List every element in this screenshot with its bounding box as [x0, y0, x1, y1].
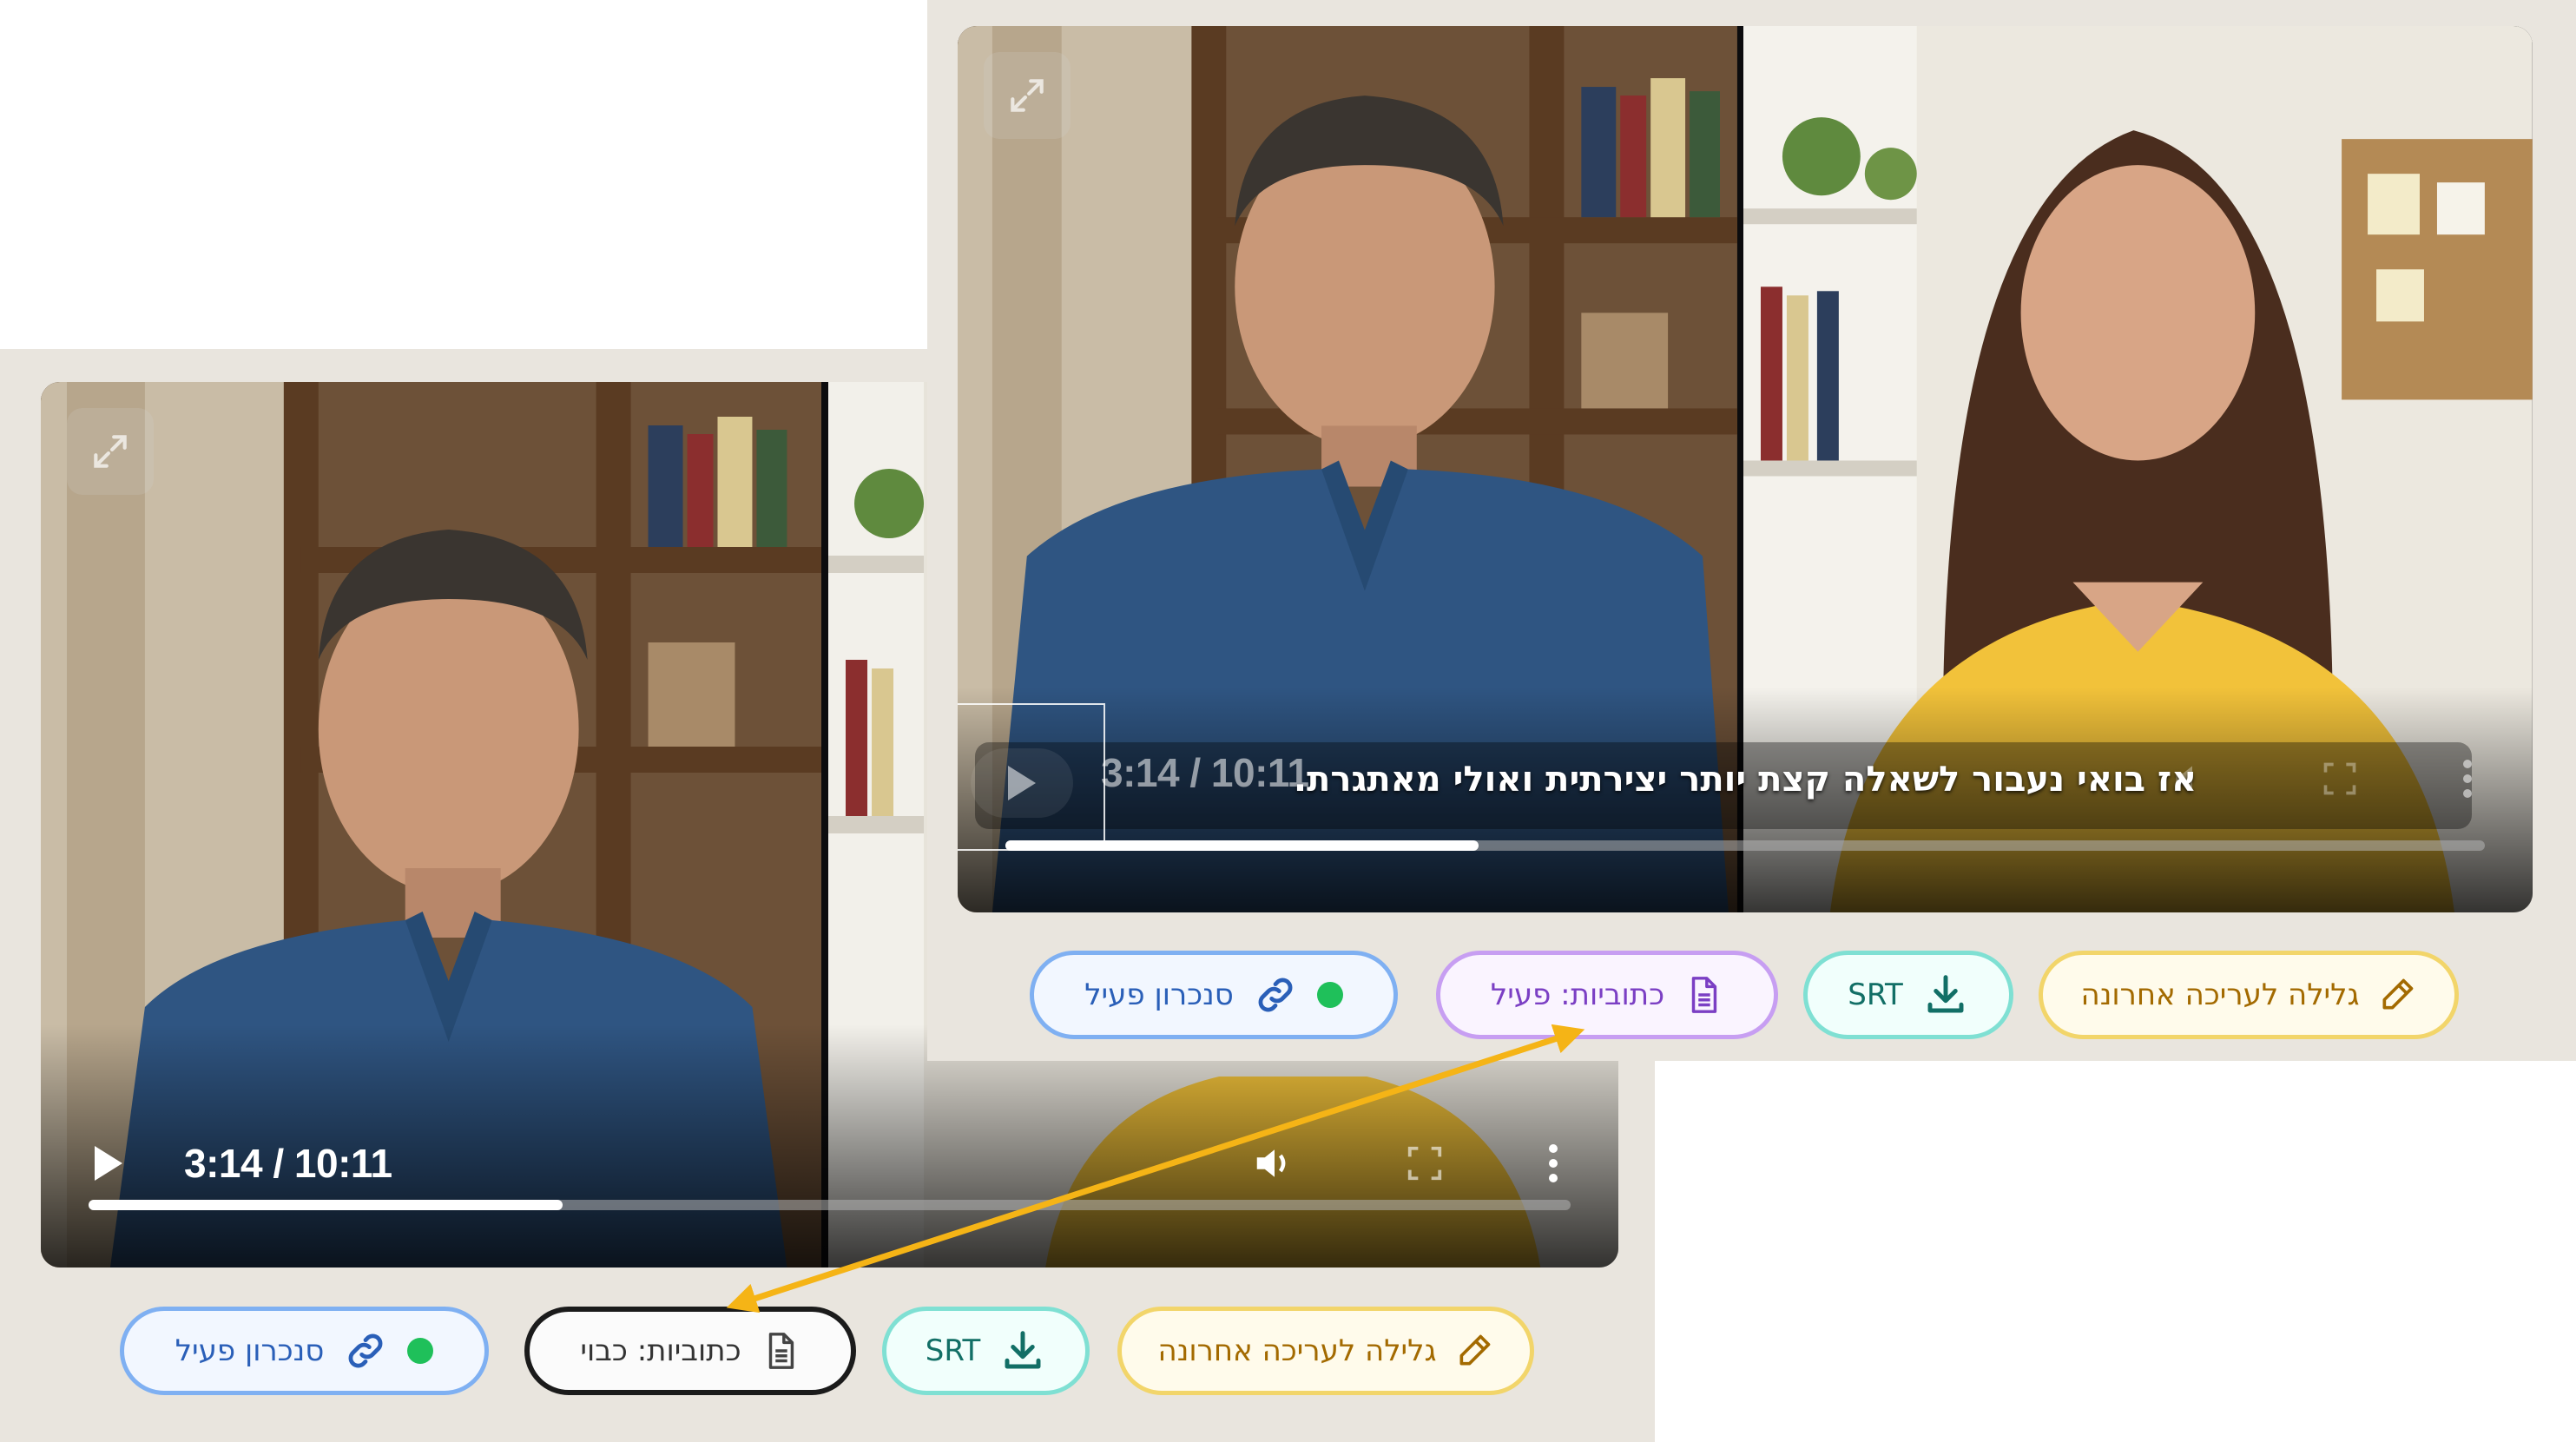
player-controls: 3:14 / 10:11 [41, 1129, 1618, 1198]
expand-icon[interactable] [67, 408, 154, 495]
progress-played [89, 1200, 563, 1210]
expand-icon[interactable] [984, 52, 1071, 139]
sync-active-button[interactable]: סנכרון פעיל [120, 1307, 489, 1395]
time-display: 3:14 / 10:11 [184, 1141, 392, 1186]
pencil-icon [2382, 978, 2414, 1010]
status-dot [1316, 982, 1343, 1008]
srt-download-button[interactable]: SRT [882, 1307, 1090, 1395]
sync-label: סנכרון פעיל [175, 1333, 325, 1368]
video-player[interactable]: 3:14 / 10:11 אז בואי נעבור לשאלה קצת יות… [958, 26, 2533, 912]
scroll-label: גלילה לעריכה אחרונה [2080, 978, 2360, 1012]
scroll-to-last-edit-button[interactable]: גלילה לעריכה אחרונה [1117, 1307, 1534, 1395]
progress-bar[interactable] [89, 1200, 1571, 1210]
srt-download-button[interactable]: SRT [1803, 951, 2013, 1039]
link-icon [1258, 978, 1293, 1012]
scroll-label: גלילה לעריכה אחרונה [1157, 1333, 1437, 1368]
captions-label: כתוביות: פעיל [1490, 978, 1665, 1012]
progress-played [1005, 840, 1479, 851]
scroll-to-last-edit-button[interactable]: גלילה לעריכה אחרונה [2039, 951, 2459, 1039]
download-icon [1005, 1331, 1041, 1369]
progress-bar[interactable] [1005, 840, 2485, 851]
document-icon [768, 1333, 794, 1369]
front-panel: 3:14 / 10:11 אז בואי נעבור לשאלה קצת יות… [927, 0, 2576, 1061]
captions-on-button[interactable]: כתוביות: פעיל [1436, 951, 1778, 1039]
play-button[interactable] [95, 1146, 122, 1181]
sync-active-button[interactable]: סנכרון פעיל [1030, 951, 1398, 1039]
download-icon [1927, 975, 1964, 1013]
fullscreen-icon[interactable] [1405, 1143, 1445, 1183]
srt-label: SRT [925, 1333, 981, 1368]
more-vert-icon[interactable] [1549, 1144, 1558, 1182]
subtitle-text: אז בואי נעבור לשאלה קצת יותר יצירתית ואו… [1293, 760, 2197, 800]
sync-label: סנכרון פעיל [1084, 978, 1234, 1012]
play-icon[interactable] [95, 1146, 122, 1181]
captions-off-button[interactable]: כתוביות: כבוי [524, 1307, 856, 1395]
pencil-icon [1459, 1334, 1491, 1366]
status-dot [407, 1338, 434, 1364]
link-icon [348, 1333, 383, 1368]
srt-label: SRT [1848, 978, 1903, 1012]
document-icon [1691, 977, 1717, 1013]
captions-label: כתוביות: כבוי [580, 1333, 741, 1368]
volume-icon[interactable] [1248, 1140, 1301, 1187]
